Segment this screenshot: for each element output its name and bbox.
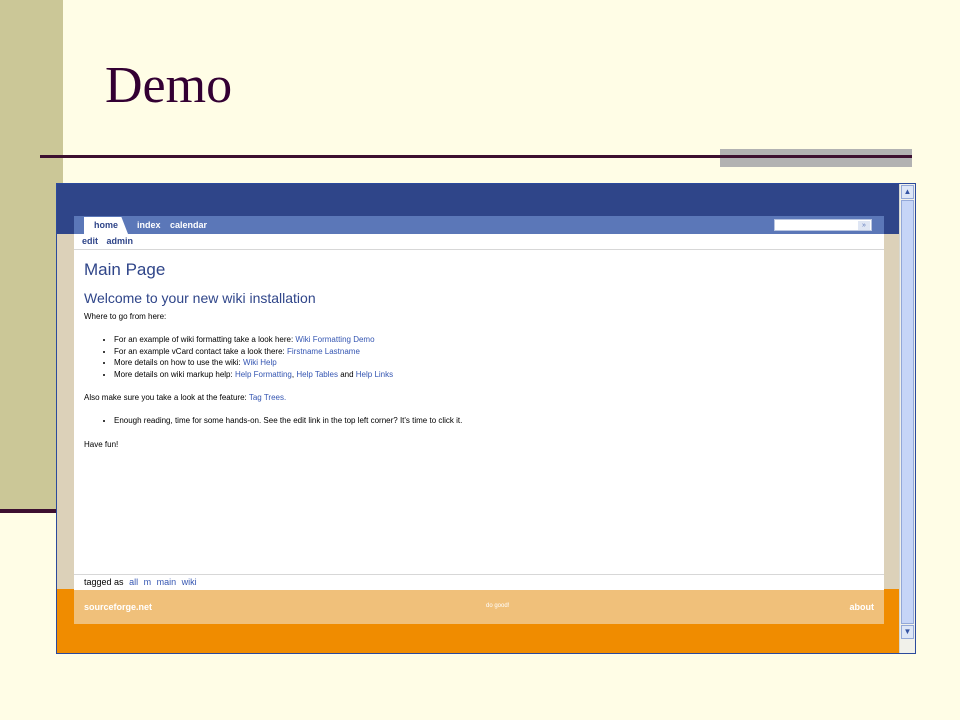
list-item-text: More details on wiki markup help: [114, 369, 235, 379]
page-title: Main Page [84, 260, 166, 279]
page-content: Main Page Welcome to your new wiki insta… [84, 260, 874, 463]
list-item-text: More details on how to use the wiki: [114, 358, 243, 367]
list-item: For an example of wiki formatting take a… [114, 335, 874, 345]
feature-text: Also make sure you take a look at the fe… [84, 393, 874, 402]
title-rule [40, 155, 912, 158]
scroll-up-icon[interactable]: ▲ [901, 185, 914, 199]
list-item: More details on wiki markup help: Help F… [114, 370, 874, 380]
tab-home[interactable]: home [84, 217, 128, 234]
help-formatting-link[interactable]: Help Formatting [235, 370, 292, 379]
scroll-down-icon[interactable]: ▼ [901, 625, 914, 639]
tag-wiki-link[interactable]: wiki [182, 577, 197, 587]
about-link[interactable]: about [850, 602, 875, 612]
list-item-text: For an example vCard contact take a look… [114, 346, 287, 356]
link-list: For an example of wiki formatting take a… [84, 335, 874, 379]
slide-side-bar [0, 0, 63, 512]
welcome-heading: Welcome to your new wiki installation [84, 290, 316, 306]
slide-side-rule [0, 509, 63, 513]
wiki-page: home index calendar » edit admin Main Pa… [74, 216, 884, 624]
tags-bar: tagged as all m main wiki [84, 577, 197, 587]
tag-main-link[interactable]: main [157, 577, 177, 587]
vertical-scrollbar[interactable]: ▲ ▼ [899, 184, 915, 653]
hands-on-list: Enough reading, time for some hands-on. … [84, 416, 874, 426]
help-links-link[interactable]: Help Links [356, 370, 393, 379]
tab-index[interactable]: index [137, 216, 161, 234]
title-rule-accent [720, 149, 912, 167]
list-item: For an example vCard contact take a look… [114, 347, 874, 357]
separator: and [337, 369, 356, 379]
scrollbar-thumb[interactable] [901, 200, 914, 624]
list-item: Enough reading, time for some hands-on. … [114, 416, 874, 426]
wiki-formatting-demo-link[interactable]: Wiki Formatting Demo [295, 335, 374, 344]
feature-label: Also make sure you take a look at the fe… [84, 393, 249, 402]
list-item: More details on how to use the wiki: Wik… [114, 358, 874, 368]
tags-label: tagged as [84, 577, 124, 587]
sourceforge-link[interactable]: sourceforge.net [84, 602, 152, 612]
edit-link[interactable]: edit [82, 236, 98, 246]
nav-bar: home index calendar » [74, 216, 884, 234]
subnav-divider [74, 249, 884, 250]
admin-link[interactable]: admin [107, 236, 134, 246]
browser-screenshot: home index calendar » edit admin Main Pa… [56, 183, 916, 654]
search-input[interactable]: » [774, 219, 872, 231]
footer-tagline: do good! [486, 603, 510, 609]
tab-calendar[interactable]: calendar [170, 216, 207, 234]
intro-text: Where to go from here: [84, 312, 167, 321]
footer: sourceforge.net do good! about [74, 590, 884, 624]
subnav: edit admin [82, 236, 139, 246]
search-icon[interactable]: » [858, 221, 870, 230]
wiki-help-link[interactable]: Wiki Help [243, 358, 277, 367]
vcard-contact-link[interactable]: Firstname Lastname [287, 347, 360, 356]
have-fun-text: Have fun! [84, 439, 119, 449]
tag-all-link[interactable]: all [129, 577, 138, 587]
tag-m-link[interactable]: m [144, 577, 152, 587]
tags-divider [74, 574, 884, 575]
tag-trees-link[interactable]: Tag Trees. [249, 393, 286, 402]
help-tables-link[interactable]: Help Tables [296, 370, 338, 379]
slide-title: Demo [105, 57, 233, 114]
list-item-text: For an example of wiki formatting take a… [114, 335, 296, 344]
